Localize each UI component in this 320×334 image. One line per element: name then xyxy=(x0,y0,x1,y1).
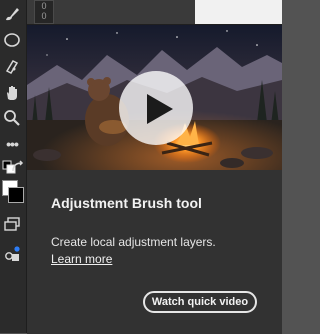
brush-icon[interactable] xyxy=(2,4,22,24)
canvas-edge xyxy=(195,0,282,24)
share-icon[interactable] xyxy=(2,244,22,264)
zoom-icon[interactable] xyxy=(2,108,22,128)
play-icon xyxy=(147,94,173,124)
ruler-label: 0 xyxy=(41,1,47,11)
spot-heal-icon[interactable] xyxy=(2,56,22,76)
tool-tip-popup: Adjustment Brush tool Create local adjus… xyxy=(27,24,282,334)
ellipse-icon[interactable] xyxy=(2,30,22,50)
ruler: 00 xyxy=(34,0,54,24)
learn-more-link[interactable]: Learn more xyxy=(51,252,112,266)
popup-title: Adjustment Brush tool xyxy=(51,195,202,211)
swap-colors-icon[interactable] xyxy=(8,158,28,178)
hand-icon[interactable] xyxy=(2,83,22,103)
play-button[interactable] xyxy=(119,71,193,145)
popup-description: Create local adjustment layers. xyxy=(51,235,216,249)
watch-quick-video-button[interactable]: Watch quick video xyxy=(143,291,257,313)
video-preview[interactable] xyxy=(27,25,282,170)
screen-mode-icon[interactable] xyxy=(2,214,22,234)
tools-panel: ••• xyxy=(0,0,27,333)
more-tools-icon[interactable]: ••• xyxy=(2,134,22,154)
background-color-swatch[interactable] xyxy=(8,187,24,203)
